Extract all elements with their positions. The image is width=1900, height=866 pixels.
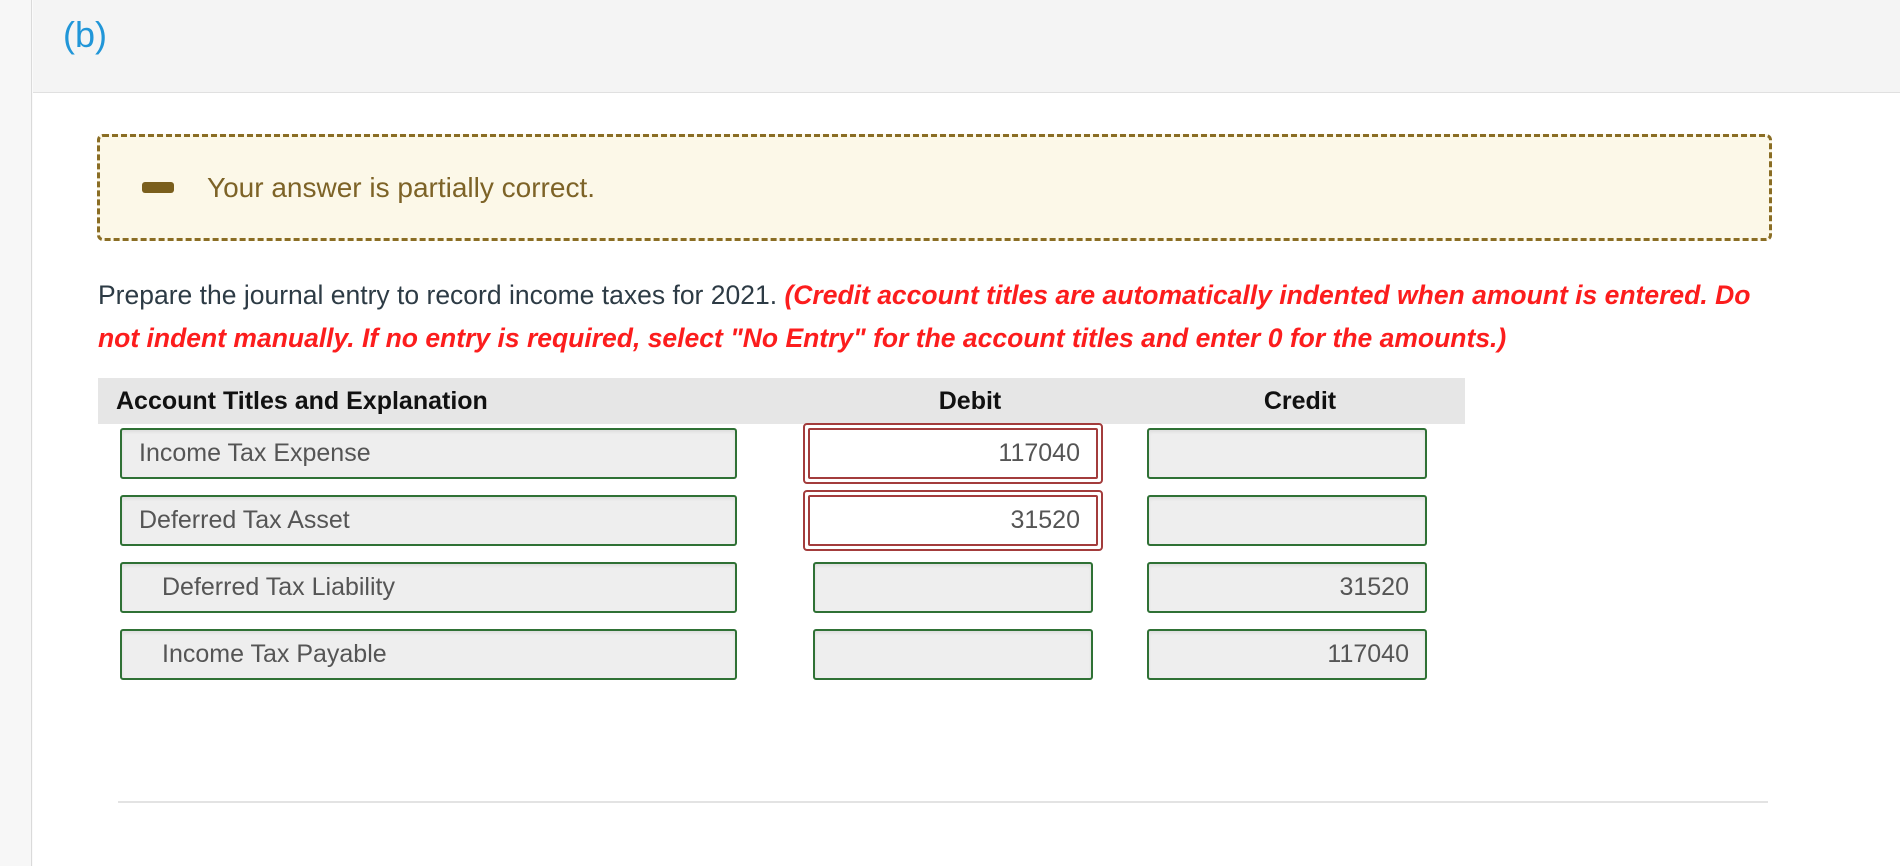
credit-input[interactable]: 117040 <box>1147 629 1427 680</box>
credit-input[interactable] <box>1147 495 1427 546</box>
instruction-paragraph: Prepare the journal entry to record inco… <box>98 274 1798 360</box>
account-cell: Deferred Tax Asset <box>98 491 805 546</box>
debit-cell: 31520 <box>803 490 1135 551</box>
debit-input[interactable]: 31520 <box>808 495 1098 546</box>
credit-input[interactable]: 31520 <box>1147 562 1427 613</box>
credit-cell: 31520 <box>1135 558 1465 613</box>
debit-input[interactable] <box>813 629 1093 680</box>
account-cell: Income Tax Expense <box>98 424 805 479</box>
left-gutter <box>0 0 32 866</box>
dash-icon <box>142 182 174 193</box>
question-body: Your answer is partially correct. Prepar… <box>33 94 1900 866</box>
debit-cell: 117040 <box>803 423 1135 484</box>
part-header-bar: (b) <box>33 0 1900 93</box>
debit-cell <box>805 625 1135 680</box>
credit-cell <box>1135 424 1465 479</box>
account-title-select[interactable]: Deferred Tax Asset <box>120 495 737 546</box>
partially-correct-alert: Your answer is partially correct. <box>97 134 1772 241</box>
table-row: Deferred Tax Asset 31520 <box>98 490 1465 558</box>
account-cell: Deferred Tax Liability <box>98 558 805 613</box>
account-title-select[interactable]: Income Tax Payable <box>120 629 737 680</box>
credit-input[interactable] <box>1147 428 1427 479</box>
account-title-select[interactable]: Deferred Tax Liability <box>120 562 737 613</box>
debit-input[interactable]: 117040 <box>808 428 1098 479</box>
credit-cell <box>1135 491 1465 546</box>
credit-cell: 117040 <box>1135 625 1465 680</box>
column-header-account: Account Titles and Explanation <box>116 386 488 415</box>
page-frame: (b) Your answer is partially correct. Pr… <box>0 0 1900 866</box>
section-divider <box>118 801 1768 803</box>
column-header-debit: Debit <box>938 386 1002 415</box>
debit-error-highlight: 31520 <box>803 490 1103 551</box>
debit-input[interactable] <box>813 562 1093 613</box>
column-header-credit: Credit <box>1263 386 1337 415</box>
content-column: (b) Your answer is partially correct. Pr… <box>33 0 1900 866</box>
journal-entry-table: Account Titles and Explanation Debit Cre… <box>98 378 1465 692</box>
table-row: Deferred Tax Liability 31520 <box>98 558 1465 625</box>
instruction-lead: Prepare the journal entry to record inco… <box>98 280 778 310</box>
account-title-select[interactable]: Income Tax Expense <box>120 428 737 479</box>
alert-message: Your answer is partially correct. <box>207 171 596 203</box>
debit-cell <box>805 558 1135 613</box>
table-header-row: Account Titles and Explanation Debit Cre… <box>98 378 1465 424</box>
table-row: Income Tax Expense 117040 <box>98 423 1465 491</box>
table-row: Income Tax Payable 117040 <box>98 625 1465 692</box>
debit-error-highlight: 117040 <box>803 423 1103 484</box>
account-cell: Income Tax Payable <box>98 625 805 680</box>
part-label: (b) <box>63 14 107 55</box>
